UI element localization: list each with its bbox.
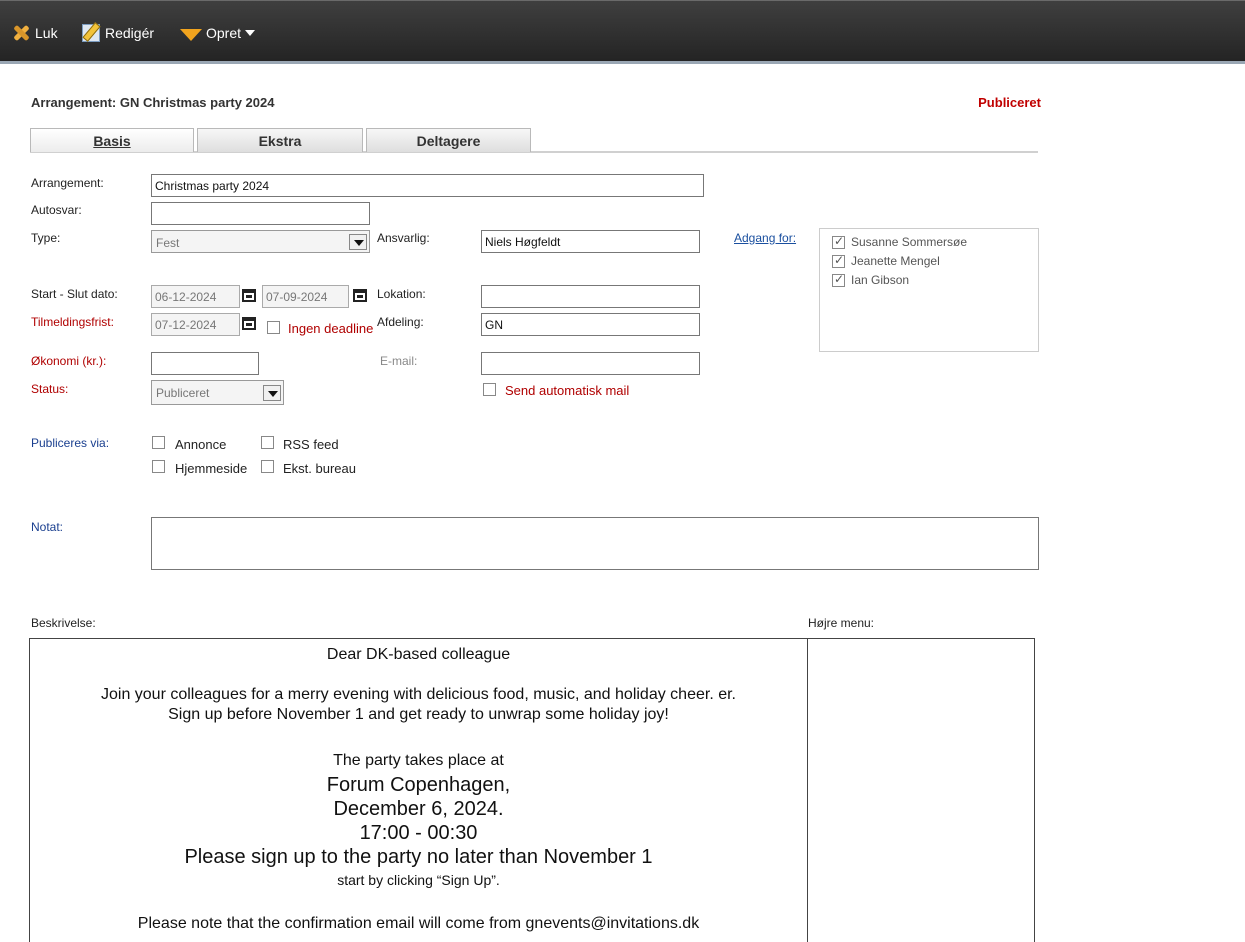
desc-paragraph: Join your colleagues for a merry evening… <box>100 686 736 703</box>
edit-label: Redigér <box>105 25 155 41</box>
access-item[interactable]: Susanne Sommersøe <box>832 234 968 249</box>
create-label: Opret <box>206 25 242 41</box>
right-menu-editor[interactable] <box>807 638 1035 942</box>
status-select-value: Publiceret <box>156 386 210 400</box>
page-title: Arrangement: GN Christmas party 2024 <box>31 95 275 110</box>
edit-icon <box>82 24 100 42</box>
ansvarlig-label: Ansvarlig: <box>377 231 430 245</box>
access-name: Ian Gibson <box>851 273 910 287</box>
ansvarlig-input[interactable]: Niels Høgfeldt <box>481 230 700 253</box>
desc-note: Please note that the confirmation email … <box>137 915 700 932</box>
bureau-checkbox[interactable] <box>261 460 274 473</box>
access-item[interactable]: Ian Gibson <box>832 272 910 287</box>
economy-label: Økonomi (kr.): <box>31 354 107 368</box>
hjemmeside-label: Hjemmeside <box>175 461 248 476</box>
rss-checkbox[interactable] <box>261 436 274 449</box>
type-label: Type: <box>31 231 61 245</box>
calendar-icon[interactable] <box>242 317 256 330</box>
desc-paragraph: Sign up before November 1 and get ready … <box>168 706 669 723</box>
dates-label: Start - Slut dato: <box>31 287 118 301</box>
arrangement-input[interactable]: Christmas party 2024 <box>151 174 704 197</box>
access-name: Jeanette Mengel <box>851 254 940 268</box>
status-select[interactable]: Publiceret <box>151 380 284 405</box>
no-deadline-label: Ingen deadline <box>288 321 374 336</box>
desc-deadline: Please sign up to the party no later tha… <box>184 846 653 868</box>
access-checkbox[interactable] <box>832 253 845 268</box>
close-icon <box>12 24 30 42</box>
chevron-down-icon <box>245 30 256 36</box>
type-select[interactable]: Fest <box>151 230 370 253</box>
auto-mail-label: Send automatisk mail <box>505 383 630 398</box>
email-label: E-mail: <box>380 354 418 368</box>
lokation-input[interactable] <box>481 285 700 308</box>
afdeling-label: Afdeling: <box>377 315 424 329</box>
access-link[interactable]: Adgang for: <box>734 231 796 245</box>
desc-time: 17:00 - 00:30 <box>359 822 478 844</box>
desc-paragraph: The party takes place at <box>333 752 504 769</box>
status-label: Status: <box>31 382 69 396</box>
rss-label: RSS feed <box>283 437 339 452</box>
end-date-input[interactable]: 07-09-2024 <box>262 285 349 308</box>
access-checkbox[interactable] <box>832 272 845 287</box>
access-name: Susanne Sommersøe <box>851 235 968 249</box>
toolbar: Luk Redigér Opret <box>0 0 1245 64</box>
annonce-checkbox[interactable] <box>152 436 165 449</box>
close-label: Luk <box>35 25 58 41</box>
access-checkbox[interactable] <box>832 234 845 249</box>
tab-deltagere-label: Deltagere <box>416 133 481 149</box>
desc-date: December 6, 2024. <box>333 798 504 820</box>
chevron-down-icon <box>263 385 281 401</box>
right-menu-label: Højre menu: <box>808 616 875 630</box>
tab-deltagere[interactable]: Deltagere <box>366 128 531 152</box>
status-badge: Publiceret <box>978 95 1041 110</box>
afdeling-input[interactable]: GN <box>481 313 700 336</box>
calendar-icon[interactable] <box>242 289 256 302</box>
access-list: Susanne Sommersøe Jeanette Mengel Ian Gi… <box>819 228 1039 352</box>
no-deadline-checkbox[interactable] <box>267 321 280 334</box>
desc-venue: Forum Copenhagen, <box>326 774 511 796</box>
desc-greeting: Dear DK-based colleague <box>326 646 511 663</box>
autosvar-label: Autosvar: <box>31 203 82 217</box>
description-editor[interactable]: Dear DK-based colleague Join your collea… <box>29 638 808 942</box>
annonce-label: Annonce <box>175 437 227 452</box>
access-item[interactable]: Jeanette Mengel <box>832 253 940 268</box>
lokation-label: Lokation: <box>377 287 426 301</box>
auto-mail-checkbox[interactable] <box>483 383 496 396</box>
chevron-down-icon <box>349 234 367 250</box>
autosvar-input[interactable] <box>151 202 370 225</box>
desc-signup: start by clicking “Sign Up”. <box>337 872 500 888</box>
deadline-label: Tilmeldingsfrist: <box>31 315 114 329</box>
close-button[interactable]: Luk <box>12 23 58 43</box>
create-button[interactable]: Opret <box>180 23 256 43</box>
edit-button[interactable]: Redigér <box>82 23 154 43</box>
tab-basis-label: Basis <box>93 133 131 149</box>
email-input[interactable] <box>481 352 700 375</box>
calendar-icon[interactable] <box>353 289 367 302</box>
create-icon <box>180 28 202 41</box>
publish-label: Publiceres via: <box>31 436 110 450</box>
hjemmeside-checkbox[interactable] <box>152 460 165 473</box>
tab-basis[interactable]: Basis <box>30 128 194 152</box>
description-label: Beskrivelse: <box>31 616 96 630</box>
note-label: Notat: <box>31 520 64 534</box>
type-select-value: Fest <box>156 236 180 250</box>
tab-ekstra-label: Ekstra <box>258 133 302 149</box>
economy-input[interactable] <box>151 352 259 375</box>
arrangement-label: Arrangement: <box>31 176 104 190</box>
start-date-input[interactable]: 06-12-2024 <box>151 285 240 308</box>
deadline-input[interactable]: 07-12-2024 <box>151 313 240 336</box>
note-textarea[interactable] <box>151 517 1039 570</box>
bureau-label: Ekst. bureau <box>283 461 356 476</box>
tab-ekstra[interactable]: Ekstra <box>197 128 363 152</box>
